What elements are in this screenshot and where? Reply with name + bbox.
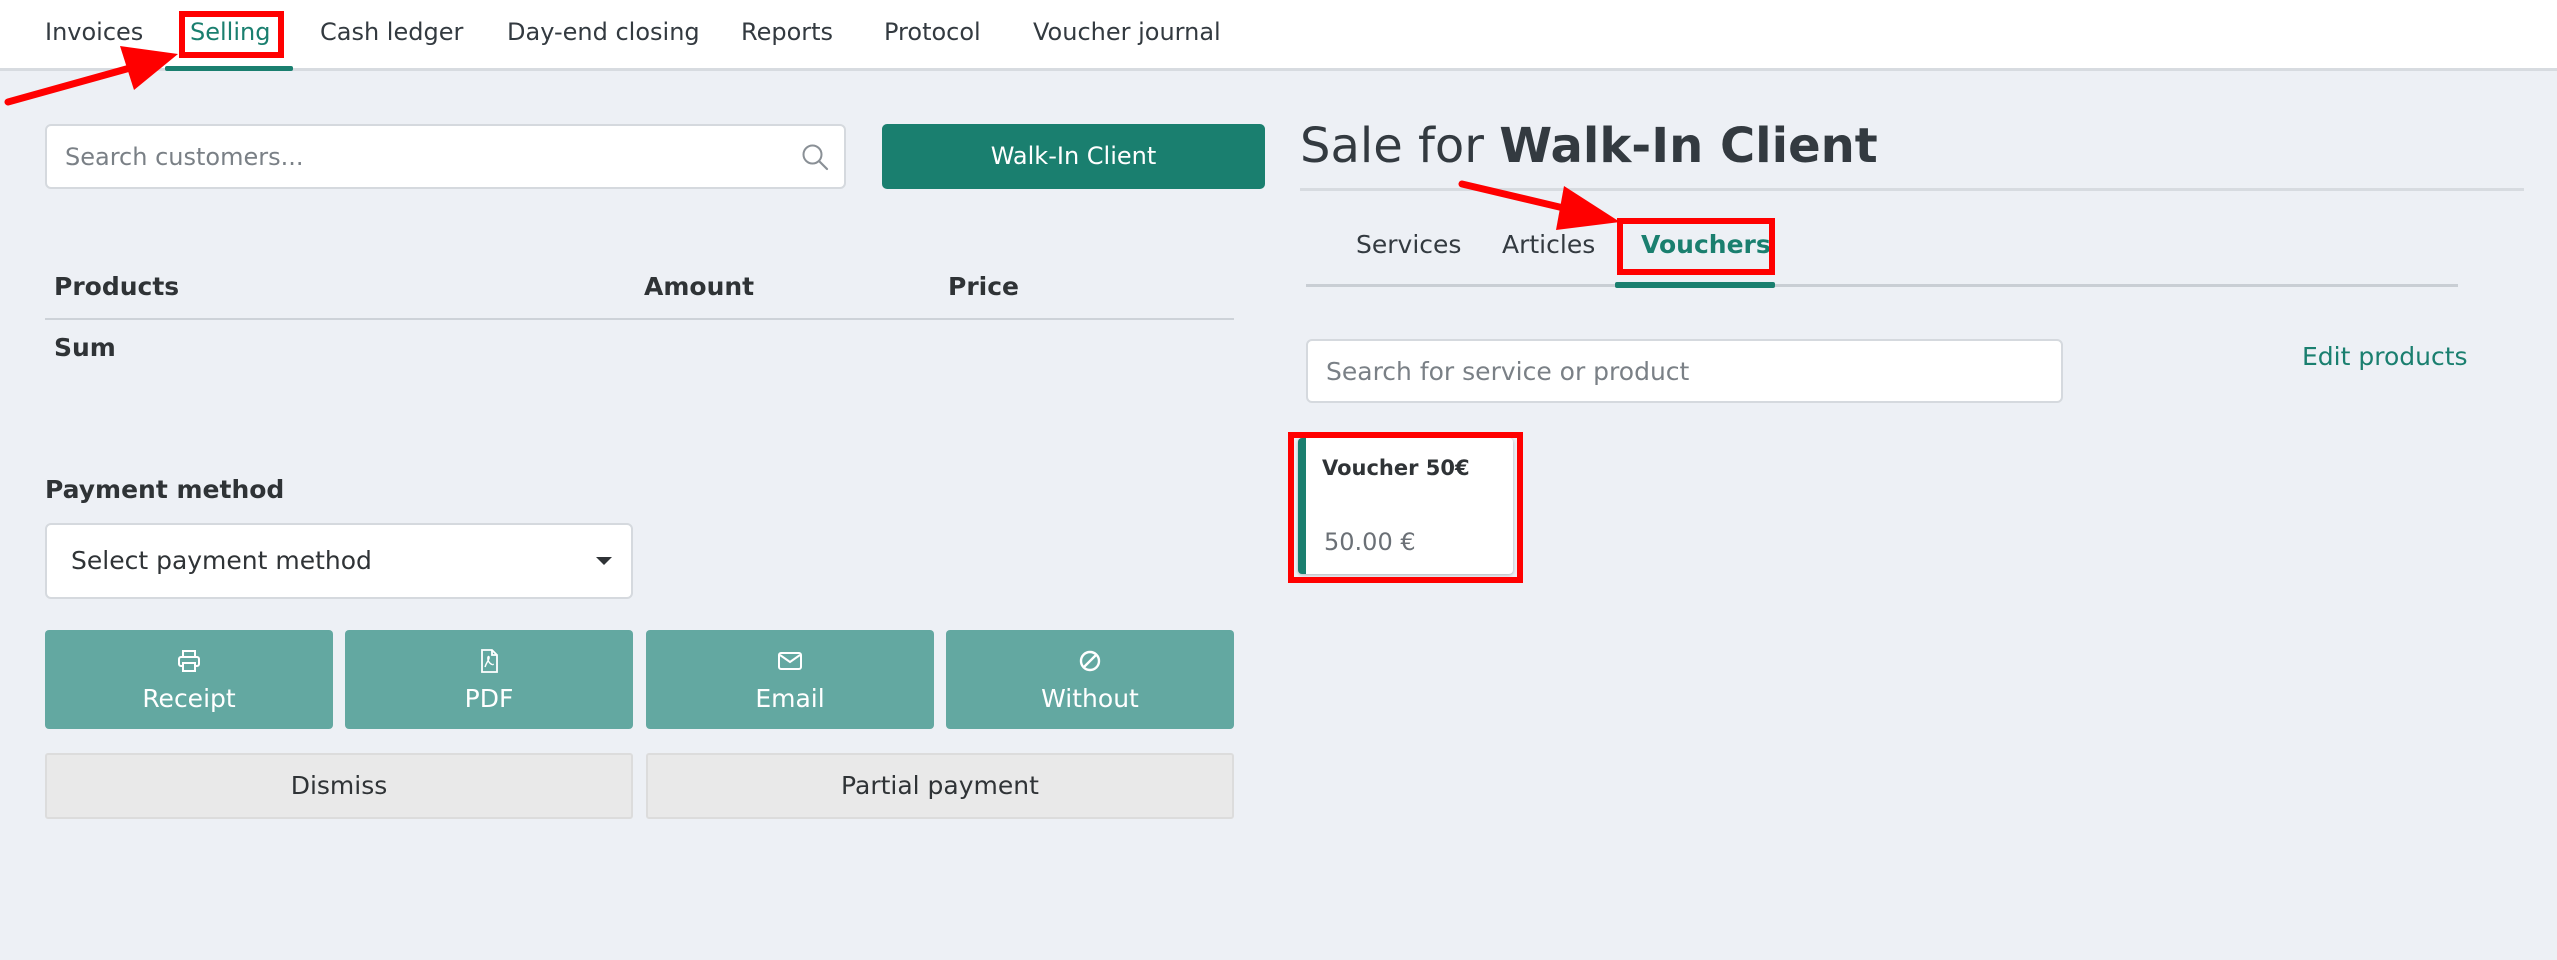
dismiss-button[interactable]: Dismiss — [45, 753, 633, 819]
receipt-button[interactable]: Receipt — [45, 630, 333, 729]
pdf-file-icon — [481, 649, 498, 673]
pdf-button[interactable]: PDF — [345, 630, 633, 729]
without-button-label: Without — [1041, 684, 1139, 713]
nav-tab-reports[interactable]: Reports — [741, 0, 833, 68]
payment-method-label: Payment method — [45, 475, 285, 504]
customer-search-box — [45, 124, 846, 189]
receipt-button-label: Receipt — [142, 684, 236, 713]
nav-tab-cash-ledger[interactable]: Cash ledger — [320, 0, 463, 68]
pdf-button-label: PDF — [464, 684, 514, 713]
without-button[interactable]: Without — [946, 630, 1234, 729]
nav-tab-voucher-journal[interactable]: Voucher journal — [1033, 0, 1221, 68]
nav-tab-selling[interactable]: Selling — [190, 0, 270, 68]
title-client-name: Walk-In Client — [1499, 118, 1878, 174]
caret-down-icon — [596, 557, 612, 565]
printer-icon — [178, 650, 200, 672]
title-divider — [1300, 188, 2524, 191]
nav-tab-invoices[interactable]: Invoices — [45, 0, 143, 68]
product-card-voucher[interactable]: Voucher 50€ 50.00 € — [1298, 438, 1513, 574]
product-card-name: Voucher 50€ — [1322, 456, 1470, 480]
column-header-price: Price — [948, 272, 1019, 301]
edit-products-link[interactable]: Edit products — [2302, 342, 2468, 371]
walk-in-client-button[interactable]: Walk-In Client — [882, 124, 1265, 189]
email-button-label: Email — [755, 684, 825, 713]
tabs-divider — [1306, 284, 2458, 287]
product-card-price: 50.00 € — [1324, 528, 1416, 556]
active-nav-indicator — [165, 66, 293, 71]
column-header-amount: Amount — [644, 272, 755, 301]
table-header-divider — [45, 318, 1234, 320]
tab-services[interactable]: Services — [1356, 230, 1461, 259]
payment-method-select[interactable]: Select payment method — [45, 523, 633, 599]
search-icon[interactable] — [800, 142, 830, 172]
top-navigation: Invoices Selling Cash ledger Day-end clo… — [0, 0, 2557, 71]
active-tab-indicator — [1615, 282, 1775, 288]
nav-tab-protocol[interactable]: Protocol — [884, 0, 981, 68]
column-header-products: Products — [54, 272, 180, 301]
page-title: Sale for Walk-In Client — [1300, 118, 1878, 174]
product-search-input[interactable] — [1308, 341, 2061, 401]
payment-method-value: Select payment method — [71, 546, 372, 575]
envelope-icon — [778, 652, 802, 670]
ban-icon — [1079, 650, 1101, 672]
email-button[interactable]: Email — [646, 630, 934, 729]
nav-tab-day-end-closing[interactable]: Day-end closing — [507, 0, 700, 68]
product-search-box — [1306, 339, 2063, 403]
title-prefix: Sale for — [1300, 118, 1485, 174]
customer-search-input[interactable] — [47, 126, 844, 187]
sum-label: Sum — [54, 333, 116, 362]
tab-articles[interactable]: Articles — [1502, 230, 1595, 259]
partial-payment-button[interactable]: Partial payment — [646, 753, 1234, 819]
tab-vouchers[interactable]: Vouchers — [1641, 230, 1771, 259]
